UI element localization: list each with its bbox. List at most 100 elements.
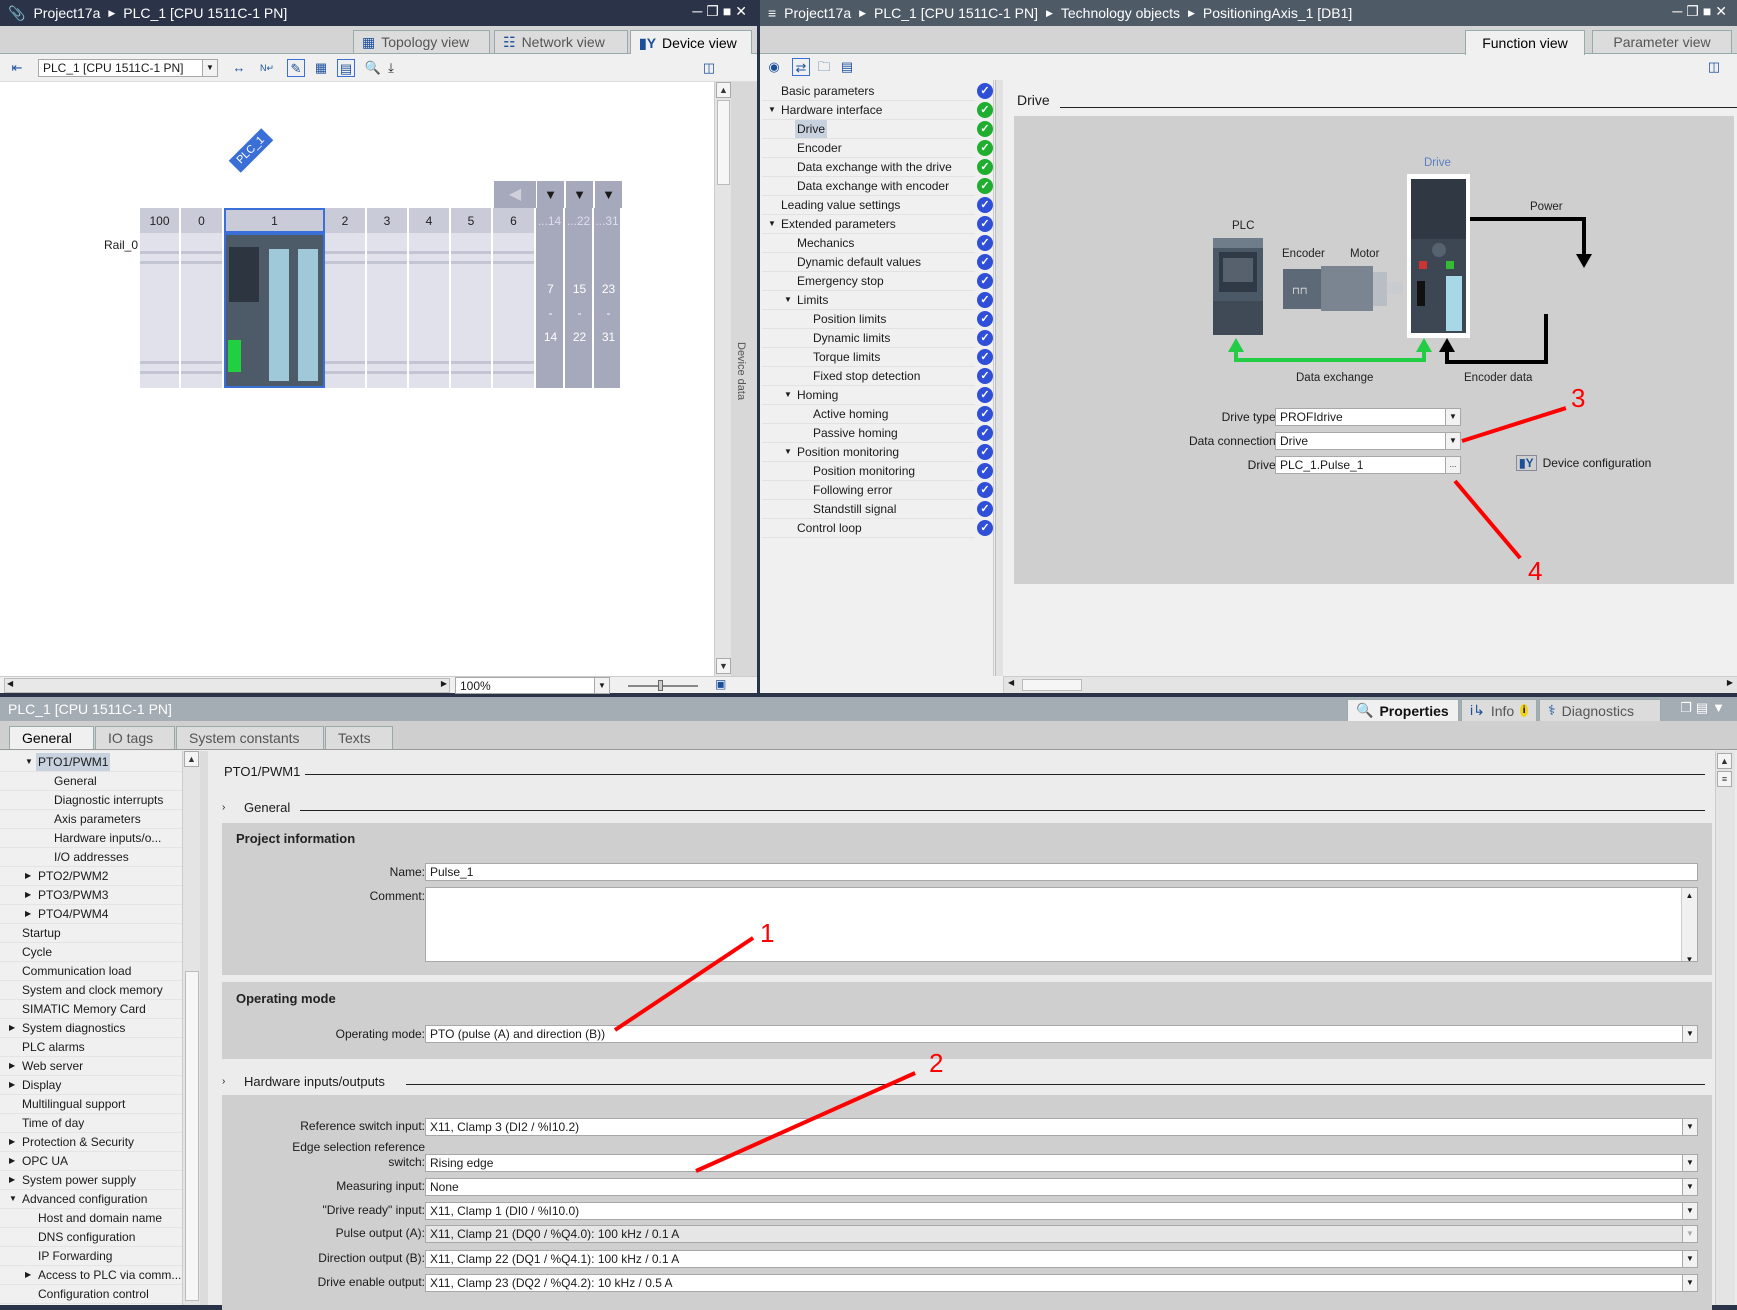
collapse-all-icon[interactable]: ▤ <box>838 58 856 76</box>
nav-item[interactable]: Basic parameters <box>762 82 975 101</box>
chevron-right-icon[interactable]: ▶ <box>25 1266 31 1284</box>
rack-slot[interactable] <box>493 233 536 388</box>
nav-item[interactable]: Emergency stop <box>762 272 975 291</box>
name-label-icon[interactable]: N↵ <box>258 59 276 77</box>
tree-item[interactable]: Axis parameters <box>0 810 182 829</box>
hw-field-select[interactable]: X11, Clamp 3 (DI2 / %I10.2) ▼ <box>425 1118 1698 1136</box>
chevron-right-icon[interactable]: ▶ <box>9 1171 15 1189</box>
splitter[interactable] <box>995 80 1003 676</box>
chevron-down-icon[interactable]: ▼ <box>1682 1119 1697 1135</box>
nav-item[interactable]: ▼ Hardware interface <box>762 101 975 120</box>
window-controls[interactable]: ─❐■✕ <box>692 3 751 20</box>
tree-item[interactable]: General <box>0 772 182 791</box>
scroll-thumb[interactable]: ≡ <box>1717 771 1732 787</box>
hardware-io-section-header[interactable]: Hardware inputs/outputs <box>244 1074 385 1089</box>
vertical-scrollbar[interactable]: ▲ ▼ <box>714 82 731 676</box>
comment-textarea[interactable]: ▲ ▼ <box>425 887 1698 962</box>
tree-item[interactable]: Multilingual support <box>0 1095 182 1114</box>
device-select[interactable]: PLC_1 [CPU 1511C-1 PN] ▼ <box>38 59 218 77</box>
rack-slot-header[interactable]: 6 <box>493 208 536 233</box>
overview-icon[interactable]: ◫ <box>1705 58 1723 76</box>
nav-item[interactable]: Data exchange with the drive <box>762 158 975 177</box>
nav-item[interactable]: Passive homing <box>762 424 975 443</box>
horizontal-scrollbar[interactable]: ◀ ▶ <box>1003 676 1737 693</box>
tree-item[interactable]: ▼ Advanced configuration <box>0 1190 182 1209</box>
compare-icon[interactable]: ⇄ <box>792 58 810 76</box>
breadcrumb-item[interactable]: PLC_1 [CPU 1511C-1 PN] <box>123 5 287 21</box>
nav-item[interactable]: Encoder <box>762 139 975 158</box>
scroll-down-icon[interactable]: ▼ <box>716 658 731 674</box>
rack-slot-header[interactable]: 2 <box>325 208 367 233</box>
chevron-down-icon[interactable]: ▼ <box>1682 1203 1697 1219</box>
panel-controls[interactable]: ❐▤▼ <box>1680 700 1729 716</box>
nav-item[interactable]: Position monitoring <box>762 462 975 481</box>
tree-item[interactable]: ▶ Access to PLC via comm... <box>0 1266 182 1285</box>
tree-item[interactable]: System and clock memory <box>0 981 182 1000</box>
tree-item[interactable]: Time of day <box>0 1114 182 1133</box>
rack-slot-header[interactable]: 0 <box>181 208 224 233</box>
chevron-right-icon[interactable]: ▶ <box>25 886 31 904</box>
tab-io-tags[interactable]: IO tags <box>95 726 175 749</box>
nav-item[interactable]: Dynamic limits <box>762 329 975 348</box>
tab-diagnostics[interactable]: ⚕ Diagnostics <box>1539 699 1661 721</box>
rack-slot-header[interactable]: ...14 <box>536 208 565 233</box>
nav-item[interactable]: Active homing <box>762 405 975 424</box>
plc-device-image[interactable] <box>1213 238 1263 335</box>
tree-item[interactable]: ▶ PTO2/PWM2 <box>0 867 182 886</box>
chevron-right-icon[interactable]: › <box>222 802 225 813</box>
chevron-down-icon[interactable]: ▼ <box>202 60 217 76</box>
tree-item[interactable]: Diagnostic interrupts <box>0 791 182 810</box>
scroll-right-icon[interactable]: ▶ <box>441 679 447 688</box>
chevron-down-icon[interactable]: ▼ <box>9 1190 17 1208</box>
general-section-header[interactable]: General <box>244 800 290 815</box>
nav-item[interactable]: Fixed stop detection <box>762 367 975 386</box>
zoom-select[interactable]: 100% ▼ <box>455 677 610 694</box>
hw-field-select[interactable]: X11, Clamp 22 (DQ1 / %Q4.1): 100 kHz / 0… <box>425 1250 1698 1268</box>
nav-item[interactable]: Standstill signal <box>762 500 975 519</box>
zoom-in-icon[interactable]: 🔍 <box>364 59 382 77</box>
splitter[interactable] <box>200 751 208 1305</box>
tree-item[interactable]: Communication load <box>0 962 182 981</box>
scroll-thumb[interactable] <box>717 100 730 185</box>
rack-slot-header[interactable]: ...31 <box>594 208 622 233</box>
chevron-down-icon[interactable]: ▼ <box>1682 1026 1697 1042</box>
nav-item[interactable]: ▼ Homing <box>762 386 975 405</box>
nav-item[interactable]: ▼ Position monitoring <box>762 443 975 462</box>
hw-field-select[interactable]: Rising edge ▼ <box>425 1154 1698 1172</box>
tree-item[interactable]: ▶ Web server <box>0 1057 182 1076</box>
chevron-right-icon[interactable]: ▶ <box>9 1057 15 1075</box>
tree-item[interactable]: Cycle <box>0 943 182 962</box>
show-module-icon[interactable]: ✎ <box>287 59 305 77</box>
scroll-thumb[interactable] <box>185 971 199 1301</box>
rack-slot[interactable] <box>409 233 451 388</box>
tab-general[interactable]: General <box>9 726 94 749</box>
rack-slot[interactable] <box>451 233 493 388</box>
pin-icon[interactable]: 📎 <box>8 5 25 22</box>
device-configuration-link[interactable]: ▮Y Device configuration <box>1516 455 1651 471</box>
nav-item[interactable]: Torque limits <box>762 348 975 367</box>
chevron-down-icon[interactable]: ▼ <box>768 215 776 233</box>
nav-item[interactable]: ▼ Extended parameters <box>762 215 975 234</box>
tree-item[interactable]: ▶ PTO4/PWM4 <box>0 905 182 924</box>
scroll-left-icon[interactable]: ◀ <box>7 679 13 688</box>
cpu-module[interactable] <box>224 233 325 388</box>
scroll-up-icon[interactable]: ▲ <box>184 751 199 767</box>
tab-properties[interactable]: 🔍 Properties <box>1347 699 1459 721</box>
tree-item[interactable]: ▶ OPC UA <box>0 1152 182 1171</box>
rack-width-icon[interactable]: ↔ <box>230 59 248 77</box>
nav-item[interactable]: Dynamic default values <box>762 253 975 272</box>
table-icon[interactable]: ▤ <box>337 59 355 77</box>
scroll-thumb[interactable] <box>1022 679 1082 691</box>
scroll-up-icon[interactable]: ▲ <box>716 82 731 98</box>
rack-slot[interactable] <box>181 233 224 388</box>
rack-slot[interactable] <box>367 233 409 388</box>
nav-item[interactable]: ▼ Limits <box>762 291 975 310</box>
hw-field-select[interactable]: X11, Clamp 23 (DQ2 / %Q4.2): 10 kHz / 0.… <box>425 1274 1698 1292</box>
breadcrumb-item[interactable]: Technology objects <box>1061 5 1180 21</box>
breadcrumb-item[interactable]: Project17a <box>33 5 100 21</box>
zoom-slider-handle[interactable] <box>658 680 663 691</box>
nav-item[interactable]: Mechanics <box>762 234 975 253</box>
browse-button[interactable]: ... <box>1445 457 1460 473</box>
rack-slot-header[interactable]: 3 <box>367 208 409 233</box>
nav-item[interactable]: Drive <box>762 120 975 139</box>
